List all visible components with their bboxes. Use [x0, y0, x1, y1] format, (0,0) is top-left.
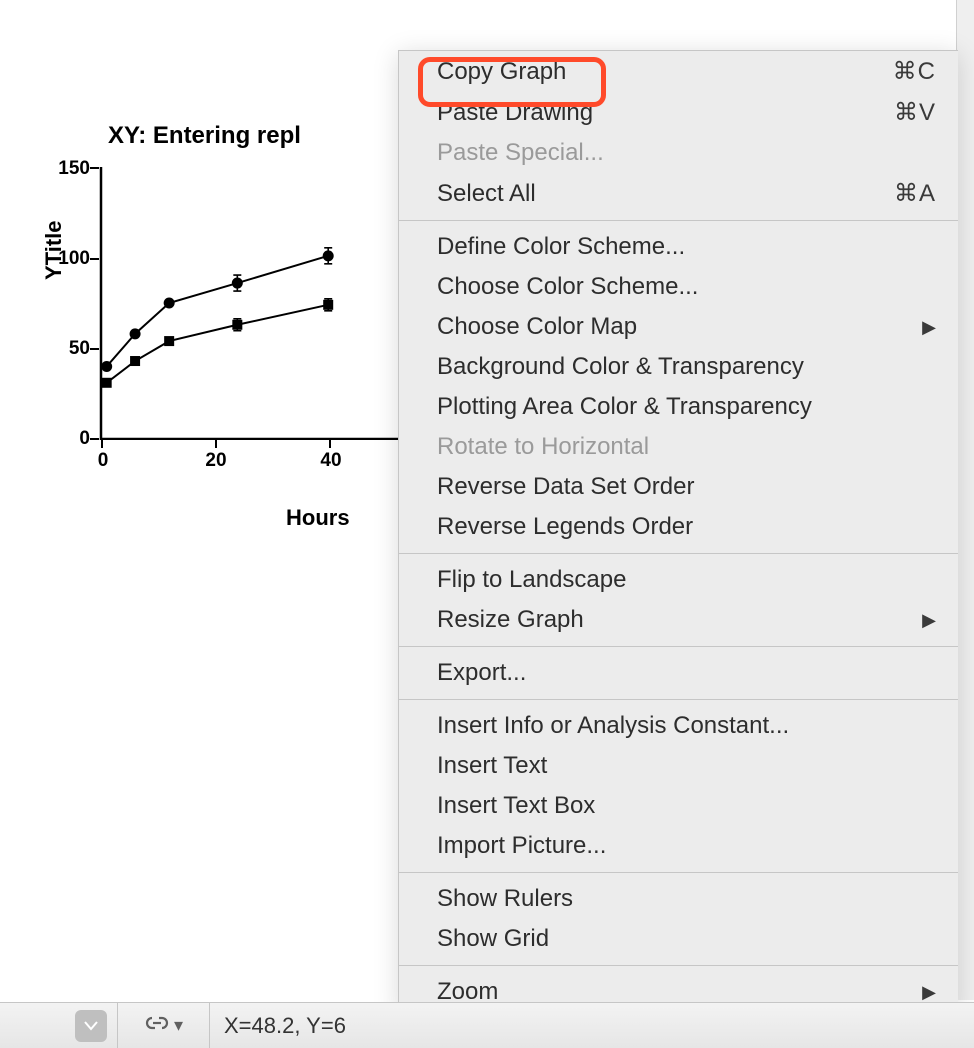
menu-separator	[399, 872, 958, 873]
data-point	[102, 378, 112, 388]
context-menu: Copy Graph⌘CPaste Drawing⌘VPaste Special…	[398, 50, 958, 1013]
x-tick-label: 20	[201, 450, 231, 472]
scrollbar-vertical[interactable]	[956, 0, 974, 1000]
menu-item-label: Define Color Scheme...	[437, 233, 936, 261]
menu-item-paste-special: Paste Special...	[399, 133, 958, 173]
chevron-right-icon: ▶	[922, 610, 936, 631]
chevron-right-icon: ▶	[922, 982, 936, 1003]
x-tick-label: 40	[316, 450, 346, 472]
menu-item-resize-graph[interactable]: Resize Graph▶	[399, 600, 958, 640]
menu-item-flip-landscape[interactable]: Flip to Landscape	[399, 560, 958, 600]
menu-item-label: Insert Info or Analysis Constant...	[437, 712, 936, 740]
menu-item-background-color[interactable]: Background Color & Transparency	[399, 347, 958, 387]
data-point	[130, 328, 141, 339]
x-tick-mark	[215, 439, 217, 448]
menu-item-label: Show Rulers	[437, 885, 936, 913]
y-tick-label: 50	[40, 338, 90, 360]
menu-separator	[399, 220, 958, 221]
status-bar: ▾ X=48.2, Y=6	[0, 1002, 974, 1048]
data-point	[130, 356, 140, 366]
menu-item-label: Reverse Legends Order	[437, 513, 936, 541]
chart-title: XY: Entering repl	[108, 122, 301, 150]
menu-item-insert-text-box[interactable]: Insert Text Box	[399, 786, 958, 826]
data-point	[164, 298, 175, 309]
x-tick-mark	[329, 439, 331, 448]
menu-item-label: Import Picture...	[437, 832, 936, 860]
chevron-down-icon: ▾	[174, 1015, 183, 1036]
menu-item-insert-text[interactable]: Insert Text	[399, 746, 958, 786]
menu-item-choose-color-scheme[interactable]: Choose Color Scheme...	[399, 267, 958, 307]
menu-item-label: Background Color & Transparency	[437, 353, 936, 381]
data-point	[323, 300, 333, 310]
menu-item-label: Resize Graph	[437, 606, 922, 634]
menu-item-plotting-area-color[interactable]: Plotting Area Color & Transparency	[399, 387, 958, 427]
menu-item-label: Export...	[437, 659, 936, 687]
menu-separator	[399, 553, 958, 554]
menu-item-export[interactable]: Export...	[399, 653, 958, 693]
menu-separator	[399, 965, 958, 966]
menu-item-label: Copy Graph	[437, 58, 893, 86]
menu-shortcut: ⌘C	[893, 57, 936, 86]
menu-item-label: Paste Drawing	[437, 99, 894, 127]
menu-item-label: Insert Text Box	[437, 792, 936, 820]
y-tick-label: 0	[40, 428, 90, 450]
link-dropdown[interactable]: ▾	[144, 1014, 183, 1037]
link-icon	[144, 1014, 170, 1037]
menu-item-label: Plotting Area Color & Transparency	[437, 393, 936, 421]
menu-item-paste-drawing[interactable]: Paste Drawing⌘V	[399, 92, 958, 133]
menu-item-label: Flip to Landscape	[437, 566, 936, 594]
menu-item-label: Choose Color Map	[437, 313, 922, 341]
x-tick-label: 0	[88, 450, 118, 472]
menu-item-insert-info[interactable]: Insert Info or Analysis Constant...	[399, 706, 958, 746]
data-point	[232, 278, 243, 289]
toolbar-dropdown-button[interactable]	[75, 1010, 107, 1042]
menu-item-import-picture[interactable]: Import Picture...	[399, 826, 958, 866]
menu-item-copy-graph[interactable]: Copy Graph⌘C	[399, 51, 958, 92]
menu-item-label: Paste Special...	[437, 139, 936, 167]
y-tick-label: 150	[40, 158, 90, 180]
x-axis-label: Hours	[286, 505, 350, 531]
menu-item-rotate-horizontal: Rotate to Horizontal	[399, 427, 958, 467]
menu-item-define-color-scheme[interactable]: Define Color Scheme...	[399, 227, 958, 267]
data-point	[101, 361, 112, 372]
menu-item-label: Show Grid	[437, 925, 936, 953]
menu-separator	[399, 646, 958, 647]
data-point	[323, 250, 334, 261]
menu-item-show-grid[interactable]: Show Grid	[399, 919, 958, 959]
chart[interactable]: XY: Entering repl YTitle Hours 150 100 5…	[50, 105, 410, 525]
series-line	[107, 305, 329, 383]
menu-shortcut: ⌘V	[894, 98, 936, 127]
cursor-coordinates: X=48.2, Y=6	[210, 1013, 346, 1039]
menu-item-label: Reverse Data Set Order	[437, 473, 936, 501]
menu-item-label: Choose Color Scheme...	[437, 273, 936, 301]
x-tick-mark	[101, 439, 103, 448]
data-point	[232, 320, 242, 330]
menu-item-reverse-data-order[interactable]: Reverse Data Set Order	[399, 467, 958, 507]
menu-item-select-all[interactable]: Select All⌘A	[399, 173, 958, 214]
menu-item-choose-color-map[interactable]: Choose Color Map▶	[399, 307, 958, 347]
data-point	[164, 336, 174, 346]
menu-shortcut: ⌘A	[894, 179, 936, 208]
menu-item-show-rulers[interactable]: Show Rulers	[399, 879, 958, 919]
menu-separator	[399, 699, 958, 700]
chevron-right-icon: ▶	[922, 317, 936, 338]
menu-item-label: Insert Text	[437, 752, 936, 780]
chart-plot	[98, 165, 408, 440]
y-tick-label: 100	[40, 248, 90, 270]
graph-canvas[interactable]: XY: Entering repl YTitle Hours 150 100 5…	[0, 0, 974, 1048]
menu-item-reverse-legends[interactable]: Reverse Legends Order	[399, 507, 958, 547]
menu-item-label: Rotate to Horizontal	[437, 433, 936, 461]
menu-item-label: Select All	[437, 180, 894, 208]
